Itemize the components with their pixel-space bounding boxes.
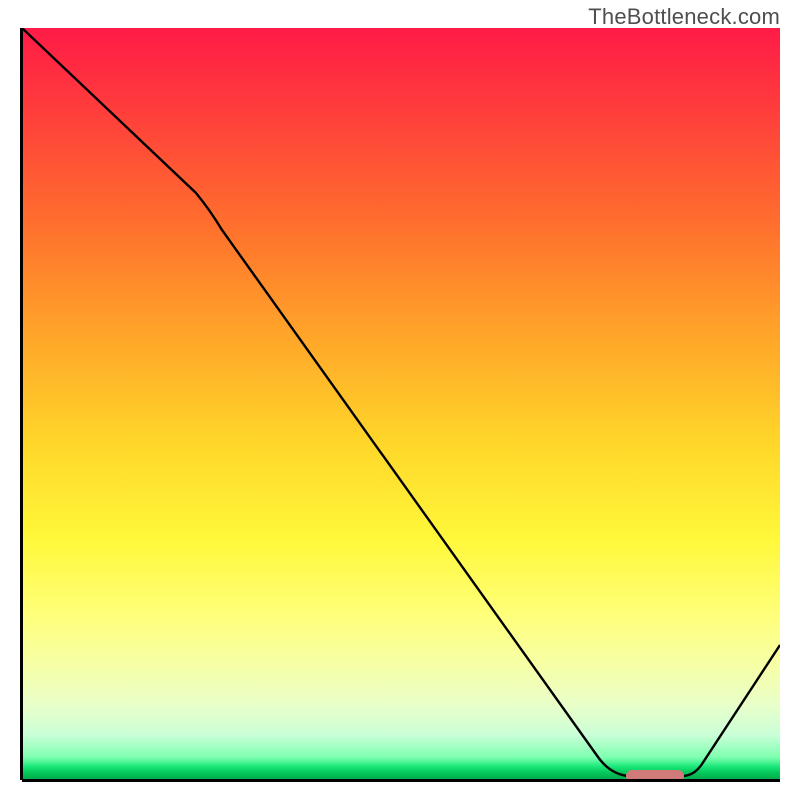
- watermark-text: TheBottleneck.com: [588, 4, 780, 30]
- plot-area: [22, 28, 780, 780]
- x-axis-line: [22, 779, 780, 782]
- bottleneck-curve-line: [22, 28, 780, 780]
- curve-path: [22, 28, 780, 776]
- y-axis-line: [20, 28, 23, 780]
